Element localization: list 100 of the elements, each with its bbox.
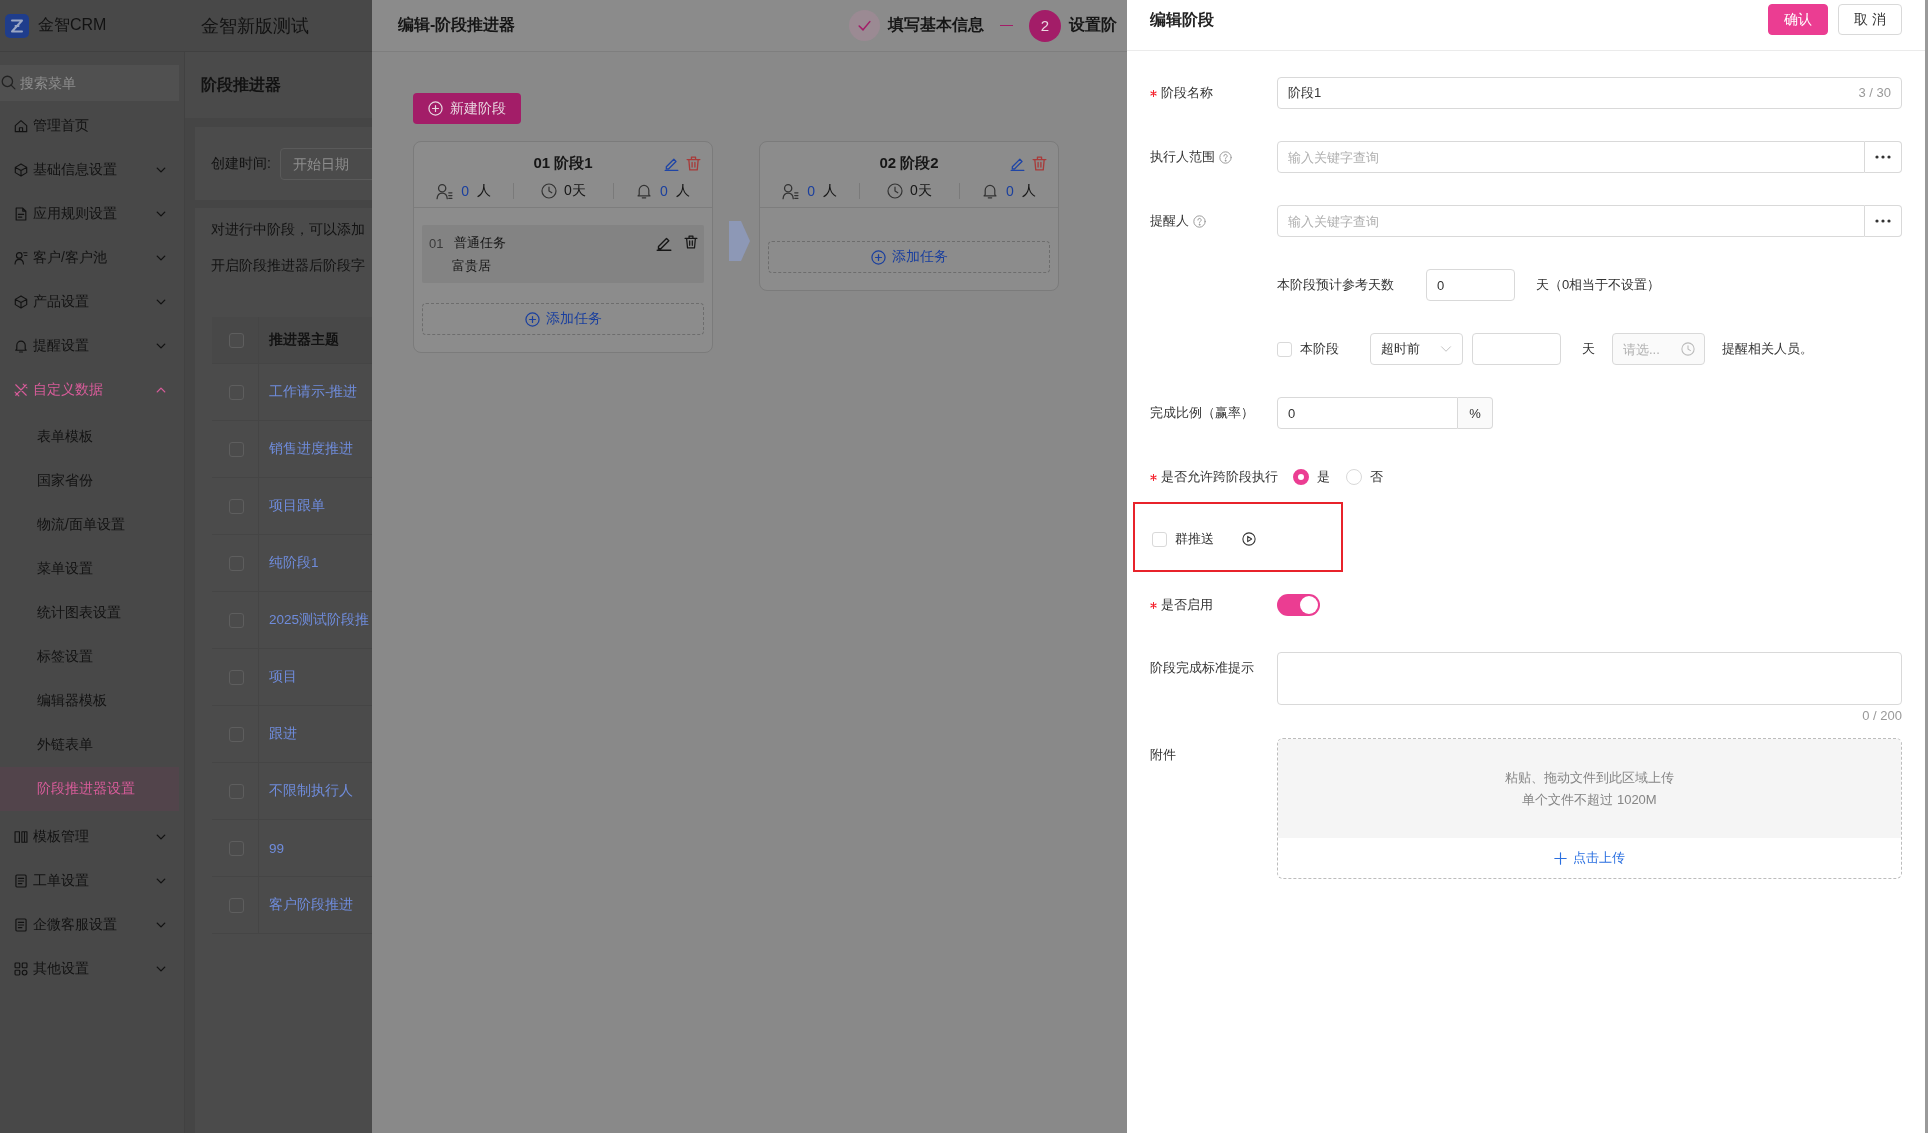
timing-select[interactable]: 超时前 <box>1370 333 1463 365</box>
page-title: 阶段推进器 <box>201 74 281 95</box>
field-label: 附件 <box>1150 746 1176 764</box>
play-circle-icon[interactable] <box>1242 532 1256 546</box>
radio-label: 否 <box>1370 468 1383 486</box>
stat-count: 0 <box>807 183 816 199</box>
step-connector <box>1000 25 1013 26</box>
plus-circle-icon <box>428 101 443 116</box>
field-label: 完成比例（赢率） <box>1150 404 1254 422</box>
help-icon <box>1219 150 1232 164</box>
caret-icon <box>1440 343 1452 355</box>
date-field[interactable]: 开始日期 <box>279 147 372 180</box>
task-type: 普通任务 <box>454 234 507 252</box>
person-list-icon <box>436 182 454 200</box>
reminder-text: 提醒相关人员。 <box>1722 340 1813 358</box>
sidebar-item[interactable]: 自定义数据 <box>0 368 184 412</box>
stat-count: 0 <box>461 183 470 199</box>
person-list-icon <box>782 182 800 200</box>
checkbox-label: 本阶段 <box>1300 340 1339 358</box>
cube-icon <box>14 163 28 177</box>
checkbox-label: 群推送 <box>1175 530 1214 548</box>
document-icon <box>14 207 28 221</box>
task-name: 富贵居 <box>452 257 491 275</box>
table-link[interactable]: 工作请示-推进 <box>269 383 358 401</box>
table-link[interactable]: 不限制执行人 <box>269 782 353 800</box>
hint-textarea[interactable] <box>1277 652 1902 705</box>
table-link[interactable]: 项目跟单 <box>269 497 325 515</box>
toggle-switch[interactable] <box>1277 594 1320 616</box>
unit-text: 天（0相当于不设置） <box>1536 276 1661 294</box>
bell-icon <box>14 339 28 353</box>
help-icon <box>1193 214 1206 228</box>
grid-icon <box>14 962 28 976</box>
table-link[interactable]: 销售进度推进 <box>269 440 353 458</box>
task-item[interactable]: 01 普通任务 富贵居 <box>422 225 704 283</box>
clock-icon <box>1681 342 1695 356</box>
char-counter: 0 / 200 <box>1862 707 1902 725</box>
time-picker[interactable]: 请选... <box>1612 333 1705 365</box>
radio-label: 是 <box>1317 468 1330 486</box>
drawer-title: 编辑-阶段推进器 <box>398 15 516 35</box>
new-stage-button[interactable]: 新建阶段 <box>413 93 521 124</box>
upload-area[interactable]: 粘贴、拖动文件到此区域上传 单个文件不超过 1020M 点击上传 <box>1277 738 1902 879</box>
stat-unit: 人 <box>477 182 492 200</box>
stat-count: 0 <box>1005 183 1014 199</box>
upload-link[interactable]: 点击上传 <box>1554 849 1625 867</box>
reminder-person-field[interactable]: 输入关键字查询 <box>1277 205 1865 237</box>
columns-icon <box>14 830 28 844</box>
executor-field[interactable]: 输入关键字查询 <box>1277 141 1865 173</box>
step-number: 2 <box>1029 9 1061 42</box>
plus-circle-icon <box>524 311 540 327</box>
cancel-button[interactable]: 取 消 <box>1838 4 1902 35</box>
stat-unit: 人 <box>675 182 690 200</box>
field-label: 是否允许跨阶段执行 <box>1161 468 1278 486</box>
cube-icon <box>14 295 28 309</box>
table-link[interactable]: 跟进 <box>269 725 297 743</box>
clock-icon <box>541 183 558 199</box>
percent-addon: % <box>1458 397 1493 429</box>
bell-icon <box>635 183 652 199</box>
clock-icon <box>887 183 904 199</box>
person-icon <box>14 251 28 265</box>
notepad-icon <box>14 874 28 888</box>
stat-unit: 人 <box>1021 182 1036 200</box>
days-field[interactable]: 0 <box>1426 269 1515 301</box>
more-icon <box>1875 155 1891 159</box>
trash-icon[interactable] <box>684 235 698 249</box>
field-label: 提醒人 <box>1150 212 1189 230</box>
table-link[interactable]: 客户阶段推进 <box>269 896 353 914</box>
drawer-title: 编辑阶段 <box>1150 10 1214 30</box>
stage-title: 01 阶段1 <box>533 153 593 173</box>
sidebar-subitem[interactable]: 阶段推进器设置 <box>0 767 179 811</box>
upload-hint: 粘贴、拖动文件到此区域上传 <box>1505 768 1674 787</box>
table-link[interactable]: 99 <box>269 840 285 856</box>
upload-hint: 单个文件不超过 1020M <box>1522 790 1657 809</box>
confirm-button[interactable]: 确认 <box>1768 4 1829 35</box>
field-label: 阶段完成标准提示 <box>1150 659 1254 677</box>
duration-text: 0天 <box>564 182 586 200</box>
crossed-tools-icon <box>14 383 28 397</box>
more-button[interactable] <box>1865 205 1902 237</box>
search-field[interactable]: 搜索菜单 <box>0 65 179 101</box>
table-link[interactable]: 纯阶段1 <box>269 554 319 572</box>
stat-count: 0 <box>659 183 668 199</box>
notepad-icon <box>14 918 28 932</box>
bell-icon <box>981 183 998 199</box>
edit-icon[interactable] <box>656 235 672 251</box>
add-task-button[interactable]: 添加任务 <box>768 241 1050 273</box>
table-link[interactable]: 项目 <box>269 668 297 686</box>
completion-rate-field[interactable]: 0 <box>1277 397 1458 429</box>
more-button[interactable] <box>1865 141 1902 173</box>
stage-title: 02 阶段2 <box>879 153 939 173</box>
field-label: 本阶段预计参考天数 <box>1277 276 1394 294</box>
field-label: 阶段名称 <box>1161 84 1213 102</box>
table-link[interactable]: 2025测试阶段推 <box>269 611 370 629</box>
radio-button[interactable] <box>1293 469 1309 485</box>
reminder-days-field[interactable] <box>1472 333 1561 365</box>
step-label: 设置阶 <box>1069 15 1117 35</box>
home-icon <box>14 119 28 133</box>
logo-icon <box>5 13 29 38</box>
field-label: 执行人范围 <box>1150 148 1215 166</box>
step-label: 填写基本信息 <box>888 15 984 35</box>
more-icon <box>1875 219 1891 223</box>
add-task-button[interactable]: 添加任务 <box>422 303 704 335</box>
